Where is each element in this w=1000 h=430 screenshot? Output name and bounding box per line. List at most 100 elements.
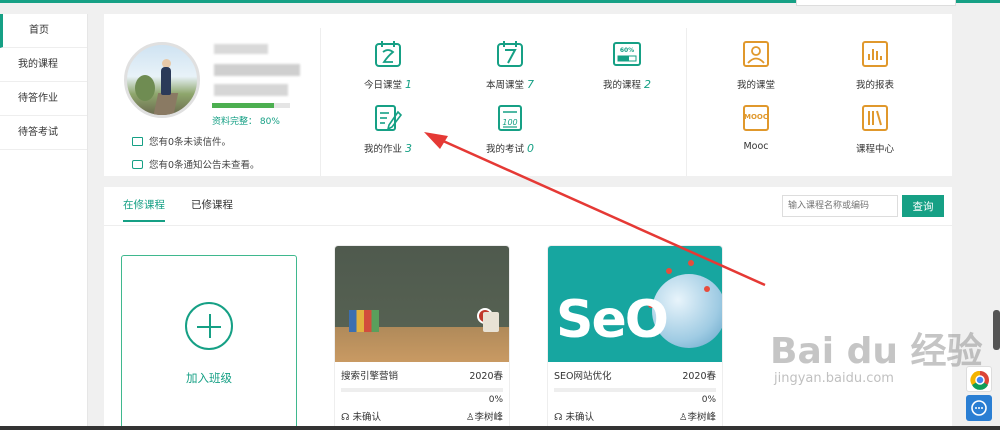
headset-icon: ☊ [554,412,566,423]
tile-my-courses[interactable]: 60% 我的课程 2 [572,40,682,91]
sidebar-item-my-courses[interactable]: 我的课程 [0,48,87,82]
shortcut-course-center[interactable]: 课程中心 [820,104,930,155]
scrollbar-thumb[interactable] [993,310,1000,350]
headset-icon: ☊ [341,412,353,423]
baidu-watermark-url: jingyan.baidu.com [774,371,894,386]
shortcut-my-classroom[interactable]: 我的课堂 [701,40,811,91]
report-icon [862,41,888,67]
tab-completed-courses[interactable]: 已修课程 [191,197,233,222]
week-class-count: 7 [527,78,534,91]
tile-today-class[interactable]: 今日课堂 1 [333,40,443,91]
exam-icon: 100 [498,105,522,131]
avatar-tree [135,75,155,101]
notice-text: 您有0条通知公告未查看。 [149,160,260,171]
classroom-icon [743,41,769,67]
profile-progress-bar [212,103,290,108]
my-classroom-label: 我的课堂 [736,80,775,91]
my-homework-count: 3 [405,142,412,155]
course-cover-image [335,246,509,362]
my-exams-label: 我的考试 [485,144,524,155]
course-status-text: 未确认 [565,412,594,423]
unread-mail-row[interactable]: 您有0条未读信件。 [132,134,231,148]
course-title: 搜索引擎营销 [341,371,399,382]
calendar-week-icon [497,41,523,67]
shortcut-mooc[interactable]: MOOC Mooc [701,104,811,152]
sidebar-item-pending-exams[interactable]: 待答考试 [0,116,87,150]
sidebar: 首页 我的课程 待答作业 待答考试 [0,14,88,430]
location-pin-icon [704,286,710,292]
chat-icon [971,400,987,416]
seo-cover-text: SeO [556,290,669,350]
join-class-card[interactable]: 加入班级 [121,255,297,430]
course-teacher-name: 李树峰 [474,412,503,423]
chat-button[interactable] [966,395,992,421]
course-cover-image: SeO [548,246,722,362]
tile-my-exams[interactable]: 100 我的考试 0 [455,104,565,155]
course-term: 2020春 [469,371,503,382]
course-card[interactable]: 搜索引擎营销 2020春 0% ☊ 未确认 ♙李树峰 [334,245,510,430]
course-card[interactable]: SeO SEO网站优化 2020春 0% ☊ 未确认 ♙李树峰 [547,245,723,430]
avatar[interactable] [124,42,200,118]
my-report-label: 我的报表 [855,80,894,91]
sidebar-item-home[interactable]: 首页 [0,14,87,48]
tile-week-class[interactable]: 本周课堂 7 [455,40,565,91]
avatar-person [161,67,171,95]
course-status: ☊ 未确认 [341,409,381,423]
avatar-track [151,93,179,115]
profile-completeness[interactable]: 资料完整： 80% [212,114,280,127]
my-homework-label: 我的作业 [363,144,402,155]
tab-current-courses[interactable]: 在修课程 [123,197,165,222]
course-teacher: ♙李树峰 [679,409,716,423]
notice-row[interactable]: 您有0条通知公告未查看。 [132,157,260,171]
course-progress-text: 0% [701,395,716,405]
my-courses-count: 2 [644,78,651,91]
top-right-popup [796,0,956,6]
course-status: ☊ 未确认 [554,409,594,423]
mooc-icon-text: MOOC [743,113,768,121]
course-search-input[interactable] [782,195,898,217]
svg-text:60%: 60% [620,47,634,54]
week-class-label: 本周课堂 [485,80,524,91]
course-term: 2020春 [682,371,716,382]
course-teacher: ♙李树峰 [466,409,503,423]
mail-icon [132,136,143,146]
course-progress-text: 0% [488,395,503,405]
blurred-info-line-2 [214,84,288,96]
course-title: SEO网站优化 [554,371,612,382]
today-class-count: 1 [405,78,412,91]
blurred-info-line [214,64,300,76]
homework-icon [375,105,402,131]
course-center-label: 课程中心 [855,144,894,155]
chrome-icon [970,370,989,390]
taskbar-edge [0,426,1000,430]
join-class-label: 加入班级 [186,371,232,385]
sidebar-item-pending-homework[interactable]: 待答作业 [0,82,87,116]
baidu-watermark: Bai du 经验 [770,331,983,372]
today-class-label: 今日课堂 [363,80,402,91]
divider [320,28,321,176]
course-teacher-name: 李树峰 [687,412,716,423]
course-center-icon [862,105,888,131]
browser-logo-button[interactable] [966,366,992,392]
shortcut-my-report[interactable]: 我的报表 [820,40,930,91]
profile-progress-fill [212,103,275,108]
location-pin-icon [688,260,694,266]
location-pin-icon [666,268,672,274]
cup-graphic [483,312,499,332]
plus-icon [185,302,233,350]
search-button[interactable]: 查询 [902,195,944,217]
mooc-label: Mooc [743,141,769,152]
books-graphic [349,310,379,332]
tile-my-homework[interactable]: 我的作业 3 [333,104,443,155]
profile-panel: 资料完整： 80% 您有0条未读信件。 您有0条通知公告未查看。 今日课堂 1 本… [104,14,952,176]
course-tabs: 在修课程 已修课程 [123,197,233,222]
notice-icon [132,159,143,169]
course-progress-icon: 60% [613,42,641,66]
svg-text:100: 100 [502,118,517,127]
divider [686,28,687,176]
my-courses-label: 我的课程 [602,80,641,91]
courses-panel: 在修课程 已修课程 查询 加入班级 搜索引擎营销 2020春 0% ☊ 未确认 … [104,187,952,430]
unread-mail-text: 您有0条未读信件。 [149,137,232,148]
blurred-username [214,44,268,54]
tabs-divider [104,225,952,226]
